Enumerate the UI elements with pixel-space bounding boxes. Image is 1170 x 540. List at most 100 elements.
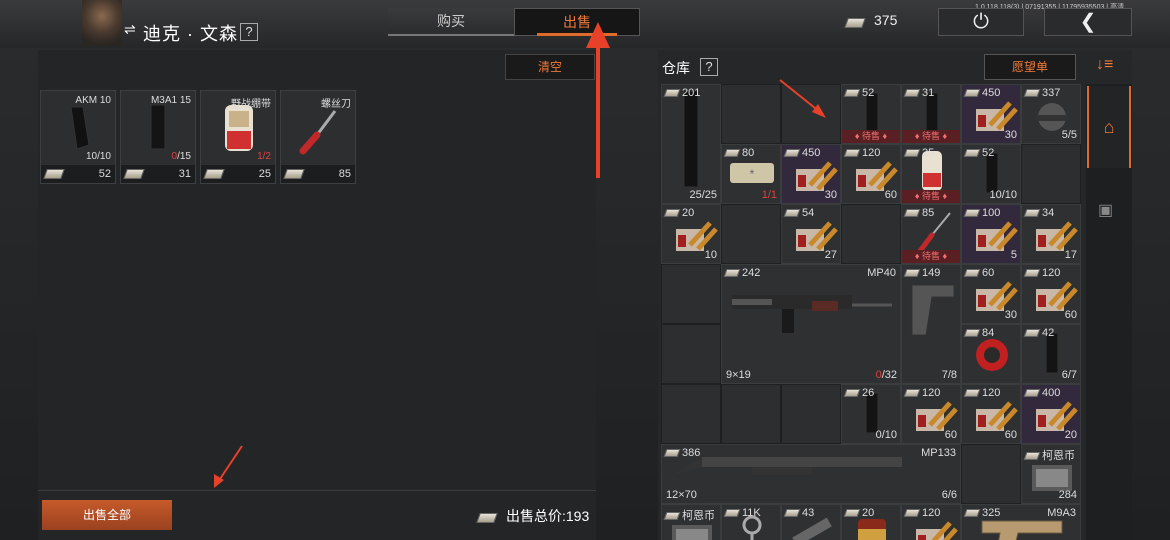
warehouse-item[interactable]: 450 30 <box>961 84 1021 144</box>
warehouse-item[interactable]: 242 MP40 9×19 0/32 <box>721 264 901 384</box>
item-name: 野战绷带 <box>231 99 271 110</box>
tab-sell[interactable]: 出售 <box>514 8 640 36</box>
sell-all-button[interactable]: 出售全部 <box>42 500 172 530</box>
grid-cell[interactable] <box>661 384 721 444</box>
tab-buy[interactable]: 购买 <box>388 8 514 36</box>
help-icon[interactable]: ? <box>240 23 258 41</box>
warehouse-item[interactable]: 20 <box>841 504 901 540</box>
warehouse-item[interactable]: 120 60 <box>961 384 1021 444</box>
warehouse-item[interactable]: 52 ♦ 待售 ♦ <box>841 84 901 144</box>
warehouse-item[interactable]: 337 5/5 <box>1021 84 1081 144</box>
warehouse-item[interactable]: 201 25/25 <box>661 84 721 204</box>
cash-icon <box>1023 209 1041 218</box>
item-count: 30 <box>824 189 837 201</box>
item-caliber: 12×70 <box>666 489 697 501</box>
warehouse-item[interactable]: 450 30 <box>781 144 841 204</box>
item-value: 386 <box>663 447 700 459</box>
cash-icon <box>963 269 981 278</box>
cash-icon <box>1023 452 1041 461</box>
item-name: MP40 <box>867 267 896 279</box>
warehouse-item[interactable]: 20 10 <box>661 204 721 264</box>
warehouse-item[interactable]: 31 ♦ 待售 ♦ <box>901 84 961 144</box>
home-icon[interactable]: ⌂ <box>1087 86 1131 168</box>
item-value: 100 <box>963 207 1000 219</box>
warehouse-help-icon[interactable]: ? <box>700 58 718 76</box>
item-value: 85 <box>903 207 934 219</box>
item-value: 120 <box>903 507 940 519</box>
grid-cell[interactable] <box>781 384 841 444</box>
warehouse-item[interactable]: 85 ♦ 待售 ♦ <box>901 204 961 264</box>
warehouse-item[interactable]: 26 0/10 <box>841 384 901 444</box>
back-button[interactable]: ❮ <box>1044 8 1132 36</box>
grid-cell[interactable] <box>1021 144 1081 204</box>
sort-icon[interactable]: ↓≡ <box>1096 56 1113 74</box>
character-avatar[interactable] <box>82 0 122 46</box>
grid-cell[interactable] <box>961 444 1021 504</box>
grid-cell[interactable] <box>841 204 901 264</box>
item-value: 42 <box>1023 327 1054 339</box>
warehouse-item[interactable]: 43 <box>781 504 841 540</box>
warehouse-item[interactable]: 325 M9A3 <box>961 504 1081 540</box>
warehouse-item[interactable]: 54 27 <box>781 204 841 264</box>
item-count: 1/2 <box>257 151 271 162</box>
cash-icon <box>723 269 741 278</box>
item-count: 17 <box>1064 249 1077 261</box>
grid-cell[interactable] <box>661 264 721 324</box>
sell-total: 出售总价:193 <box>506 508 590 524</box>
cash-icon <box>963 209 981 218</box>
warehouse-item[interactable]: 120 <box>901 504 961 540</box>
wishlist-button[interactable]: 愿望单 <box>984 54 1076 80</box>
item-count: 60 <box>1004 429 1017 441</box>
warehouse-item[interactable]: 25 ♦ 待售 ♦ <box>901 144 961 204</box>
sale-item-akm-mag[interactable]: AKM 10 10/10 52 <box>40 90 116 184</box>
warehouse-item[interactable]: 386 MP133 12×70 6/6 <box>661 444 961 504</box>
warehouse-item[interactable]: 120 60 <box>1021 264 1081 324</box>
item-value: 26 <box>843 387 874 399</box>
item-count: 20 <box>1064 429 1077 441</box>
pistol-icon <box>911 284 955 336</box>
item-value: 84 <box>963 327 994 339</box>
sale-item-bandage[interactable]: 野战绷带 1/2 25 <box>200 90 276 184</box>
warehouse-item[interactable]: * 80 1/1 <box>721 144 781 204</box>
item-value: 柯恩币 <box>1023 447 1075 463</box>
item-count: 60 <box>944 429 957 441</box>
warehouse-item[interactable]: 60 30 <box>961 264 1021 324</box>
screwdriver-icon <box>299 110 337 155</box>
warehouse-item[interactable]: 42 6/7 <box>1021 324 1081 384</box>
item-count: 5 <box>1010 249 1017 261</box>
warehouse-item[interactable]: 100 5 <box>961 204 1021 264</box>
warehouse-item[interactable]: 柯恩币 <box>661 504 721 540</box>
warehouse-item[interactable]: 52 10/10 <box>961 144 1021 204</box>
clear-button[interactable]: 清空 <box>505 54 595 80</box>
cash-icon <box>203 169 225 179</box>
grid-cell[interactable] <box>661 324 721 384</box>
item-count: 0/15 <box>171 151 191 162</box>
warehouse-item[interactable]: 11K <box>721 504 781 540</box>
power-button[interactable]: ⏻ <box>938 8 1024 36</box>
warehouse-item[interactable]: 84 <box>961 324 1021 384</box>
swap-character-icon[interactable]: ⇌ <box>124 21 136 38</box>
cash-icon <box>903 209 921 218</box>
item-value: 20 <box>663 207 694 219</box>
sale-item-screwdriver[interactable]: 螺丝刀 85 <box>280 90 356 184</box>
item-count: 60 <box>884 189 897 201</box>
warehouse-item[interactable]: 120 60 <box>901 384 961 444</box>
magazine-icon <box>150 104 166 150</box>
box-icon[interactable]: ▣ <box>1098 200 1113 220</box>
warehouse-item[interactable]: 120 60 <box>841 144 901 204</box>
warehouse-item[interactable]: 柯恩币 284 <box>1021 444 1081 504</box>
character-name: 迪克 · 文森 <box>143 24 238 44</box>
sale-item-m3a1-mag[interactable]: M3A1 15 0/15 31 <box>120 90 196 184</box>
cash-icon <box>843 149 861 158</box>
warehouse-item[interactable]: 149 7/8 <box>901 264 961 384</box>
warehouse-title: 仓库 <box>662 60 690 76</box>
cash-icon <box>963 329 981 338</box>
item-value: 54 <box>783 207 814 219</box>
warehouse-item[interactable]: 34 17 <box>1021 204 1081 264</box>
item-name: MP133 <box>921 447 956 459</box>
grid-cell[interactable] <box>721 204 781 264</box>
grid-cell[interactable] <box>721 84 781 144</box>
grid-cell[interactable] <box>781 84 841 144</box>
grid-cell[interactable] <box>721 384 781 444</box>
warehouse-item[interactable]: 400 20 <box>1021 384 1081 444</box>
